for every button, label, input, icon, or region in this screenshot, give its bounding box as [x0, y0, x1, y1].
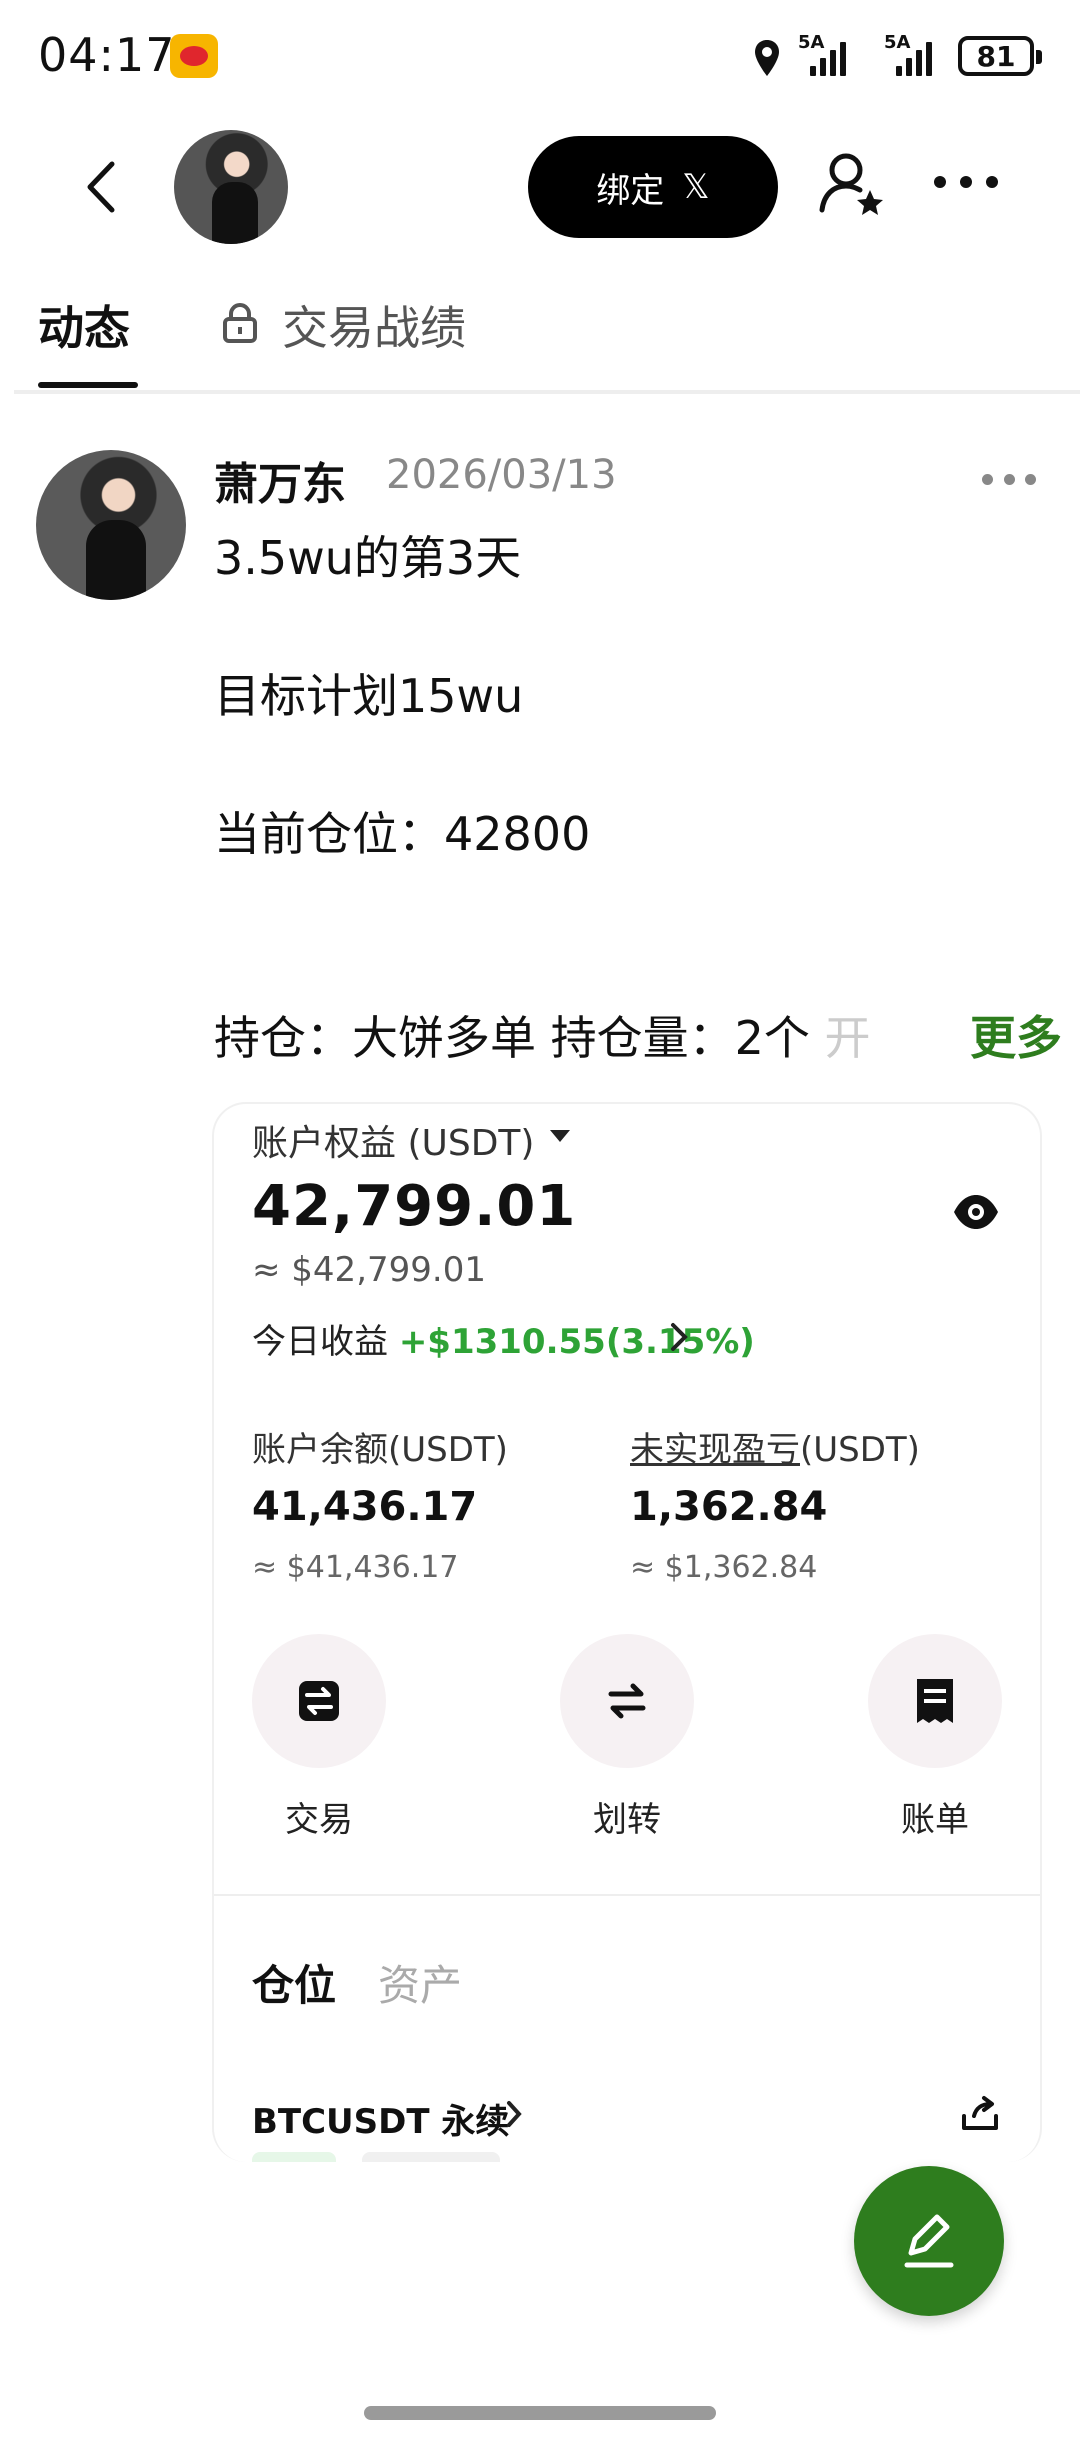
location-icon: [755, 40, 779, 76]
pair-chevron-icon[interactable]: [506, 2100, 522, 2128]
position-pair[interactable]: BTCUSDT 永续: [252, 2094, 509, 2143]
signal-2-icon: 5A: [884, 32, 932, 76]
trade-icon: [299, 1681, 339, 1721]
bill-label: 账单: [901, 1800, 969, 1840]
chevron-right-icon[interactable]: [670, 1322, 688, 1352]
post-line-1: 3.5wu的第3天: [214, 531, 522, 585]
more-options-icon[interactable]: [934, 176, 998, 192]
post-line-3: 当前仓位：42800: [214, 807, 591, 861]
signal-1-icon: 5A: [798, 32, 846, 76]
status-bar: 04:17 5A 5A 81: [0, 0, 1080, 110]
tab-feed[interactable]: 动态: [38, 292, 130, 358]
post-author-avatar[interactable]: [36, 450, 186, 600]
trade-button[interactable]: [252, 1634, 386, 1768]
pencil-icon: [904, 2214, 954, 2268]
battery-level: 81: [976, 39, 1016, 73]
back-arrow-icon[interactable]: [82, 160, 122, 214]
eye-icon[interactable]: [952, 1192, 1000, 1232]
weibo-notification-icon: [170, 34, 218, 78]
follow-user-icon[interactable]: [818, 150, 888, 220]
balance-label: 账户余额(USDT): [252, 1430, 508, 1470]
profile-avatar[interactable]: [174, 130, 288, 244]
tab-divider: [14, 390, 1080, 394]
x-logo-icon: 𝕏: [682, 167, 710, 207]
account-card: 账户权益 (USDT) 42,799.01 ≈ $42,799.01 今日收益 …: [212, 1102, 1042, 2162]
tab-trading-record[interactable]: 交易战绩: [282, 292, 466, 358]
transfer-icon: [608, 1683, 646, 1719]
dropdown-caret-icon[interactable]: [550, 1130, 570, 1142]
card-divider: [214, 1894, 1040, 1896]
unrealized-value: 1,362.84: [630, 1484, 828, 1530]
tab-assets[interactable]: 资产: [378, 1952, 462, 2013]
compose-button[interactable]: [854, 2166, 1004, 2316]
bind-x-button[interactable]: 绑定 𝕏: [528, 136, 778, 238]
bind-label: 绑定: [596, 170, 665, 211]
bill-icon: [917, 1679, 953, 1723]
balance-usd: ≈ $41,436.17: [252, 1550, 459, 1585]
balance-value: 41,436.17: [252, 1484, 478, 1530]
home-indicator[interactable]: [364, 2406, 716, 2420]
unrealized-usd: ≈ $1,362.84: [630, 1550, 818, 1585]
post-line-2: 目标计划15wu: [214, 669, 524, 723]
lock-icon: [223, 303, 257, 343]
account-equity-value: 42,799.01: [252, 1174, 577, 1239]
position-tag-side: [252, 2152, 336, 2162]
unrealized-label[interactable]: 未实现盈亏(USDT): [630, 1422, 920, 1471]
post-more-icon[interactable]: [982, 474, 1036, 486]
share-icon[interactable]: [960, 2094, 1000, 2132]
tab-active-indicator: [38, 382, 138, 388]
equity-usd: ≈ $42,799.01: [252, 1250, 486, 1290]
position-tag-leverage: [362, 2152, 500, 2162]
expand-more-link[interactable]: 更多: [940, 1002, 1062, 1068]
post-author-name[interactable]: 萧万东: [214, 448, 346, 512]
status-time: 04:17: [38, 28, 176, 82]
account-equity-title[interactable]: 账户权益 (USDT): [252, 1114, 534, 1166]
trade-label: 交易: [285, 1800, 353, 1840]
post-date: 2026/03/13: [386, 452, 617, 498]
bill-button[interactable]: [868, 1634, 1002, 1768]
transfer-button[interactable]: [560, 1634, 694, 1768]
post-holding-line: 持仓：大饼多单 持仓量：2个 开: [214, 1011, 871, 1065]
transfer-label: 划转: [593, 1800, 661, 1840]
battery-icon: 81: [958, 36, 1042, 76]
tab-positions[interactable]: 仓位: [252, 1952, 336, 2013]
